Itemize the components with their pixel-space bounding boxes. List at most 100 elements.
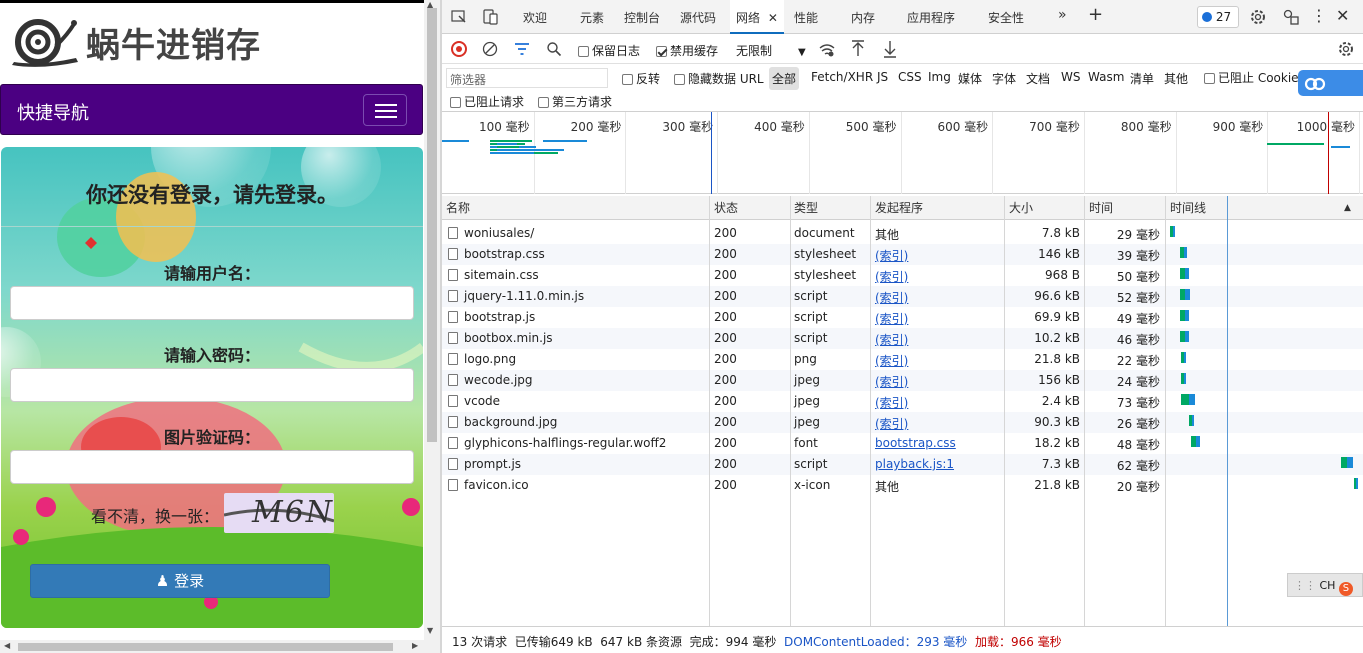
tab-application[interactable]: 应用程序 bbox=[907, 9, 955, 26]
customize-icon[interactable] bbox=[1282, 8, 1300, 26]
table-row[interactable]: logo.png 200 png (索引) 21.8 kB 22 毫秒 bbox=[442, 349, 1363, 370]
filter-input[interactable]: 筛选器 bbox=[446, 68, 608, 88]
password-input[interactable] bbox=[10, 368, 414, 402]
captcha-image[interactable]: M6N bbox=[224, 493, 334, 533]
navbar-brand[interactable]: 快捷导航 bbox=[17, 99, 89, 125]
request-initiator[interactable]: (索引) bbox=[875, 373, 908, 390]
close-tab-icon[interactable]: ✕ bbox=[768, 11, 778, 25]
filter-type-fetch-xhr[interactable]: Fetch/XHR bbox=[811, 70, 873, 84]
filter-type-js[interactable]: JS bbox=[877, 70, 888, 84]
close-devtools-icon[interactable]: ✕ bbox=[1336, 6, 1349, 25]
request-initiator[interactable]: bootstrap.css bbox=[875, 436, 956, 450]
disable-cache-checkbox[interactable]: 禁用缓存 bbox=[656, 42, 718, 59]
filter-type-manifest[interactable]: 清单 bbox=[1130, 70, 1154, 87]
request-initiator[interactable]: playback.js:1 bbox=[875, 457, 954, 471]
table-row[interactable]: bootstrap.js 200 script (索引) 69.9 kB 49 毫秒 bbox=[442, 307, 1363, 328]
throttling-select[interactable]: 无限制 ▼ bbox=[736, 42, 806, 59]
page-vertical-scrollbar[interactable]: ▲ ▼ bbox=[424, 0, 440, 640]
filter-type-css[interactable]: CSS bbox=[898, 70, 922, 84]
table-row[interactable]: glyphicons-halflings-regular.woff2 200 fon… bbox=[442, 433, 1363, 454]
request-initiator[interactable]: (索引) bbox=[875, 310, 908, 327]
captcha-input[interactable] bbox=[10, 450, 414, 484]
menu-toggle-button[interactable] bbox=[363, 94, 407, 126]
tab-memory[interactable]: 内存 bbox=[851, 9, 875, 26]
col-time[interactable]: 时间 bbox=[1089, 196, 1113, 220]
table-row[interactable]: sitemain.css 200 stylesheet (索引) 968 B 50 毫秒 bbox=[442, 265, 1363, 286]
request-initiator[interactable]: (索引) bbox=[875, 394, 908, 411]
table-row[interactable]: bootstrap.css 200 stylesheet (索引) 146 kB 39 毫… bbox=[442, 244, 1363, 265]
tab-network[interactable]: 网络 ✕ bbox=[730, 0, 784, 34]
table-row[interactable]: prompt.js 200 script playback.js:1 7.3 kB 62 … bbox=[442, 454, 1363, 475]
request-initiator[interactable]: (索引) bbox=[875, 331, 908, 348]
inspect-element-icon[interactable] bbox=[451, 10, 467, 24]
table-row[interactable]: favicon.ico 200 x-icon 其他 21.8 kB 20 毫秒 bbox=[442, 475, 1363, 496]
network-overview[interactable]: 100 毫秒 200 毫秒 300 毫秒 400 毫秒 500 毫秒 600 毫秒 700 … bbox=[442, 112, 1363, 194]
filter-type-other[interactable]: 其他 bbox=[1164, 70, 1188, 87]
filter-type-img[interactable]: Img bbox=[928, 70, 951, 84]
search-icon[interactable] bbox=[546, 41, 562, 57]
sort-ascending-icon[interactable]: ▲ bbox=[1344, 196, 1351, 220]
request-initiator[interactable]: (索引) bbox=[875, 247, 908, 264]
blocked-requests-checkbox[interactable]: 已阻止请求 bbox=[450, 93, 524, 110]
more-tabs-icon[interactable]: » bbox=[1058, 7, 1067, 23]
table-row[interactable]: woniusales/200 document 其他 7.8 kB 29 毫秒 bbox=[442, 223, 1363, 244]
record-icon[interactable] bbox=[451, 41, 467, 57]
ime-toolbar[interactable]: ⋮⋮ CH S bbox=[1287, 573, 1363, 597]
table-row[interactable]: background.jpg 200 jpeg (索引) 90.3 kB 26 毫秒 bbox=[442, 412, 1363, 433]
request-initiator[interactable]: (索引) bbox=[875, 352, 908, 369]
request-type: x-icon bbox=[794, 478, 831, 492]
username-label: 请输用户名： bbox=[164, 264, 261, 283]
invert-checkbox[interactable]: 反转 bbox=[622, 70, 660, 87]
tab-elements[interactable]: 元素 bbox=[580, 9, 604, 26]
page-horizontal-scrollbar[interactable]: ◀ ▶ bbox=[0, 640, 440, 653]
network-conditions-icon[interactable] bbox=[818, 42, 836, 58]
tab-welcome[interactable]: 欢迎 bbox=[523, 9, 547, 26]
issues-badge[interactable]: 27 bbox=[1197, 6, 1239, 28]
tab-security[interactable]: 安全性 bbox=[988, 9, 1024, 26]
scroll-down-icon[interactable]: ▼ bbox=[427, 626, 433, 635]
table-row[interactable]: vcode 200 jpeg (索引) 2.4 kB 73 毫秒 bbox=[442, 391, 1363, 412]
table-row[interactable]: bootbox.min.js 200 script (索引) 10.2 kB 46 毫秒 bbox=[442, 328, 1363, 349]
blocked-cookies-checkbox[interactable]: 已阻止 Cookie bbox=[1204, 69, 1299, 86]
login-button[interactable]: ♟ 登录 bbox=[30, 564, 330, 598]
hide-data-urls-checkbox[interactable]: 隐藏数据 URL bbox=[674, 70, 764, 87]
col-initiator[interactable]: 发起程序 bbox=[875, 196, 923, 220]
filter-type-font[interactable]: 字体 bbox=[992, 70, 1016, 87]
device-toolbar-icon[interactable] bbox=[482, 9, 498, 25]
floating-cloud-widget[interactable] bbox=[1298, 70, 1363, 96]
filter-type-ws[interactable]: WS bbox=[1061, 70, 1080, 84]
request-initiator[interactable]: (索引) bbox=[875, 289, 908, 306]
dcl-marker-line bbox=[1227, 196, 1228, 626]
col-waterfall[interactable]: 时间线 bbox=[1170, 196, 1206, 220]
request-initiator[interactable]: (索引) bbox=[875, 415, 908, 432]
request-initiator[interactable]: (索引) bbox=[875, 268, 908, 285]
col-name[interactable]: 名称 bbox=[446, 196, 470, 220]
col-size[interactable]: 大小 bbox=[1009, 196, 1033, 220]
scroll-left-icon[interactable]: ◀ bbox=[4, 641, 10, 650]
filter-type-doc[interactable]: 文档 bbox=[1026, 70, 1050, 87]
import-har-icon[interactable] bbox=[851, 40, 865, 58]
network-settings-icon[interactable] bbox=[1337, 40, 1355, 58]
tab-sources[interactable]: 源代码 bbox=[680, 9, 716, 26]
settings-gear-icon[interactable] bbox=[1249, 8, 1267, 26]
table-row[interactable]: jquery-1.11.0.min.js 200 script (索引) 96.6 kB… bbox=[442, 286, 1363, 307]
scroll-thumb[interactable] bbox=[427, 8, 437, 442]
col-type[interactable]: 类型 bbox=[794, 196, 818, 220]
col-status[interactable]: 状态 bbox=[714, 196, 738, 220]
preserve-log-checkbox[interactable]: 保留日志 bbox=[578, 42, 640, 59]
add-tab-icon[interactable]: + bbox=[1088, 4, 1103, 25]
filter-type-wasm[interactable]: Wasm bbox=[1088, 70, 1124, 84]
username-input[interactable] bbox=[10, 286, 414, 320]
filter-icon[interactable] bbox=[514, 42, 530, 56]
table-row[interactable]: wecode.jpg 200 jpeg (索引) 156 kB 24 毫秒 bbox=[442, 370, 1363, 391]
clear-icon[interactable] bbox=[482, 41, 498, 57]
export-har-icon[interactable] bbox=[883, 40, 897, 58]
tab-console[interactable]: 控制台 bbox=[624, 9, 660, 26]
scroll-right-icon[interactable]: ▶ bbox=[412, 641, 418, 650]
filter-type-all[interactable]: 全部 bbox=[769, 67, 800, 90]
scroll-thumb[interactable] bbox=[18, 643, 393, 651]
third-party-checkbox[interactable]: 第三方请求 bbox=[538, 93, 612, 110]
filter-type-media[interactable]: 媒体 bbox=[958, 70, 982, 87]
more-options-icon[interactable]: ⋮ bbox=[1311, 6, 1327, 25]
tab-performance[interactable]: 性能 bbox=[794, 9, 818, 26]
